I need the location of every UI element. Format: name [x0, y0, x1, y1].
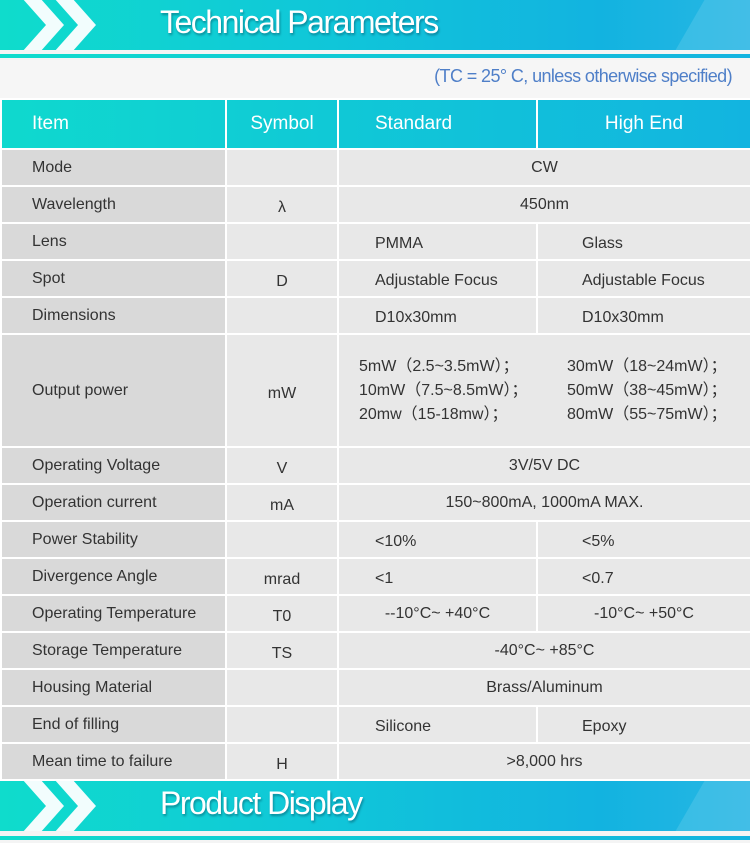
row-symbol: λ: [225, 185, 339, 224]
conditions-note: (TC = 25° C, unless otherwise specified): [0, 60, 750, 98]
conditions-note-text: (TC = 25° C, unless otherwise specified): [434, 66, 732, 86]
row-value: 150~800mA, 1000mA MAX.: [337, 483, 750, 522]
row-item: Dimensions: [0, 296, 227, 335]
row-standard: D10x30mm: [337, 296, 538, 335]
row-item: Housing Material: [0, 668, 227, 707]
output-power-standard-2: 10mW（7.5~8.5mW）；: [359, 381, 528, 399]
table-row: Mean time to failure H >8,000 hrs: [0, 742, 750, 781]
table-row: Lens PMMA Glass: [0, 222, 750, 261]
row-symbol: [225, 520, 339, 559]
row-high-end: Adjustable Focus: [536, 259, 750, 298]
row-standard: <1: [337, 557, 538, 596]
banner-divider: [0, 836, 750, 840]
row-item: Output power: [0, 333, 227, 448]
row-high-end: <0.7: [536, 557, 750, 596]
table-row: End of filling Silicone Epoxy: [0, 705, 750, 744]
banner-divider: [0, 54, 750, 58]
product-display-banner: Product Display: [0, 781, 750, 831]
table-row: Operating Temperature T0 --10°C~ +40°C -…: [0, 594, 750, 633]
double-chevron-right-icon: [23, 0, 96, 50]
output-power-standard-3: 20mw（15-18mw）；: [359, 405, 508, 423]
row-item: End of filling: [0, 705, 227, 744]
output-power-high-end-1: 30mW（18~24mW）；: [567, 357, 727, 375]
row-value: 3V/5V DC: [337, 446, 750, 485]
row-high-end: -10°C~ +50°C: [536, 594, 750, 633]
row-symbol: [225, 705, 339, 744]
table-row: Operating Voltage V 3V/5V DC: [0, 446, 750, 485]
row-symbol: TS: [225, 631, 339, 670]
row-value: >8,000 hrs: [337, 742, 750, 781]
row-symbol: [225, 668, 339, 707]
technical-parameters-banner: Technical Parameters: [0, 0, 750, 50]
row-item: Operation current: [0, 483, 227, 522]
row-symbol: T0: [225, 594, 339, 633]
row-symbol: mA: [225, 483, 339, 522]
banner-decoration: [675, 781, 750, 831]
row-item: Spot: [0, 259, 227, 298]
output-power-high-end-3: 80mW（55~75mW）；: [567, 405, 727, 423]
banner-decoration: [675, 0, 750, 50]
row-item: Lens: [0, 222, 227, 261]
row-standard: --10°C~ +40°C: [337, 594, 538, 633]
row-high-end: Epoxy: [536, 705, 750, 744]
table-row: Mode CW: [0, 148, 750, 187]
row-symbol: [225, 222, 339, 261]
row-value: Brass/Aluminum: [337, 668, 750, 707]
table-header-row: Item Symbol Standard High End: [0, 98, 750, 150]
row-standard: Silicone: [337, 705, 538, 744]
row-symbol: mW: [225, 333, 339, 448]
output-power-values: 5mW（2.5~3.5mW）； 30mW（18~24mW）； 10mW（7.5~…: [337, 333, 750, 448]
row-value: 450nm: [337, 185, 750, 224]
column-header-symbol: Symbol: [225, 98, 339, 150]
row-item: Mean time to failure: [0, 742, 227, 781]
row-item: Operating Temperature: [0, 594, 227, 633]
row-high-end: D10x30mm: [536, 296, 750, 335]
row-item: Storage Temperature: [0, 631, 227, 670]
table-row: Power Stability <10% <5%: [0, 520, 750, 559]
output-power-high-end-2: 50mW（38~45mW）；: [567, 381, 727, 399]
table-row: Spot D Adjustable Focus Adjustable Focus: [0, 259, 750, 298]
table-row: Housing Material Brass/Aluminum: [0, 668, 750, 707]
double-chevron-right-icon: [23, 781, 96, 831]
row-high-end: Glass: [536, 222, 750, 261]
row-standard: Adjustable Focus: [337, 259, 538, 298]
table-row: Wavelength λ 450nm: [0, 185, 750, 224]
row-value: -40°C~ +85°C: [337, 631, 750, 670]
column-header-standard: Standard: [337, 98, 538, 150]
table-row: Storage Temperature TS -40°C~ +85°C: [0, 631, 750, 670]
output-power-standard-1: 5mW（2.5~3.5mW）；: [359, 357, 519, 375]
section-title: Technical Parameters: [160, 4, 439, 40]
row-symbol: [225, 148, 339, 187]
parameters-table: Item Symbol Standard High End Mode CW Wa…: [0, 98, 750, 781]
row-symbol: H: [225, 742, 339, 781]
column-header-item: Item: [0, 98, 227, 150]
row-item: Power Stability: [0, 520, 227, 559]
row-item: Mode: [0, 148, 227, 187]
table-row-output-power: Output power mW 5mW（2.5~3.5mW）； 30mW（18~…: [0, 333, 750, 448]
table-row: Operation current mA 150~800mA, 1000mA M…: [0, 483, 750, 522]
row-symbol: D: [225, 259, 339, 298]
row-value: CW: [337, 148, 750, 187]
row-item: Wavelength: [0, 185, 227, 224]
row-standard: PMMA: [337, 222, 538, 261]
row-standard: <10%: [337, 520, 538, 559]
table-row: Divergence Angle mrad <1 <0.7: [0, 557, 750, 596]
row-item: Divergence Angle: [0, 557, 227, 596]
row-item: Operating Voltage: [0, 446, 227, 485]
row-symbol: [225, 296, 339, 335]
section-title: Product Display: [160, 785, 363, 821]
table-row: Dimensions D10x30mm D10x30mm: [0, 296, 750, 335]
row-symbol: mrad: [225, 557, 339, 596]
row-symbol: V: [225, 446, 339, 485]
row-high-end: <5%: [536, 520, 750, 559]
column-header-high-end: High End: [536, 98, 750, 150]
